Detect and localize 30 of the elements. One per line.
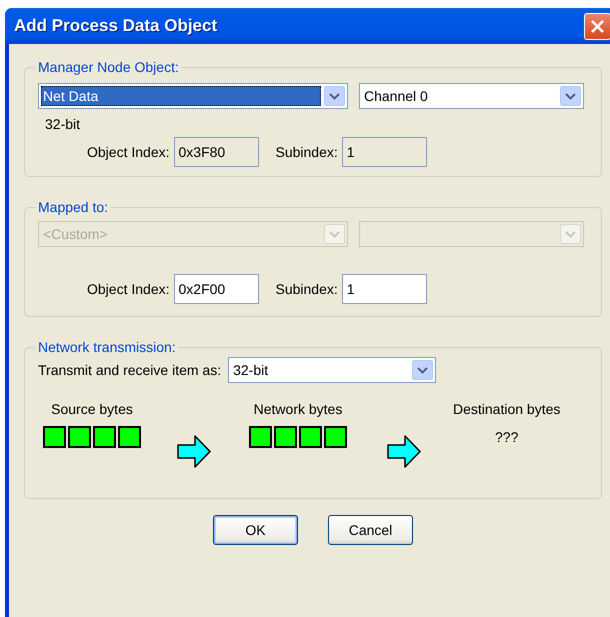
chevron-down-icon[interactable] (412, 360, 434, 380)
text-field[interactable]: 0x2F00 (174, 274, 258, 304)
text-field[interactable]: 0x3F80 (174, 137, 258, 167)
field-label: Subindex: (276, 281, 338, 297)
field-label: Object Index: (87, 144, 170, 160)
field-label: Object Index: (87, 281, 170, 297)
chevron-down-icon[interactable] (560, 86, 581, 106)
chevron-down-icon[interactable] (324, 86, 345, 106)
destination-value: ??? (495, 429, 518, 445)
text-field[interactable]: 1 (342, 274, 427, 304)
text-field[interactable]: 1 (342, 137, 427, 167)
window-title: Add Process Data Object (14, 16, 218, 36)
column-label: Destination bytes (453, 401, 560, 417)
format-label: Transmit and receive item as: (38, 362, 222, 378)
group-label: Manager Node Object: (37, 59, 180, 75)
group-label: Network transmission: (37, 339, 177, 355)
column-label: Network bytes (254, 401, 342, 417)
dropdown[interactable]: Net Data (38, 83, 348, 109)
dialog-button[interactable]: OK (213, 515, 298, 545)
field-label: Subindex: (276, 144, 338, 160)
dialog-button[interactable]: Cancel (328, 515, 413, 545)
right-arrow-icon (387, 435, 421, 468)
dropdown[interactable]: Channel 0 (359, 83, 584, 109)
close-button[interactable] (584, 12, 610, 40)
column-label: Source bytes (51, 401, 133, 417)
size-label: 32-bit (45, 116, 82, 132)
right-arrow-icon (177, 435, 211, 468)
dropdown[interactable]: 32-bit (228, 357, 436, 383)
close-icon (590, 18, 605, 34)
group-label: Mapped to: (37, 199, 110, 215)
